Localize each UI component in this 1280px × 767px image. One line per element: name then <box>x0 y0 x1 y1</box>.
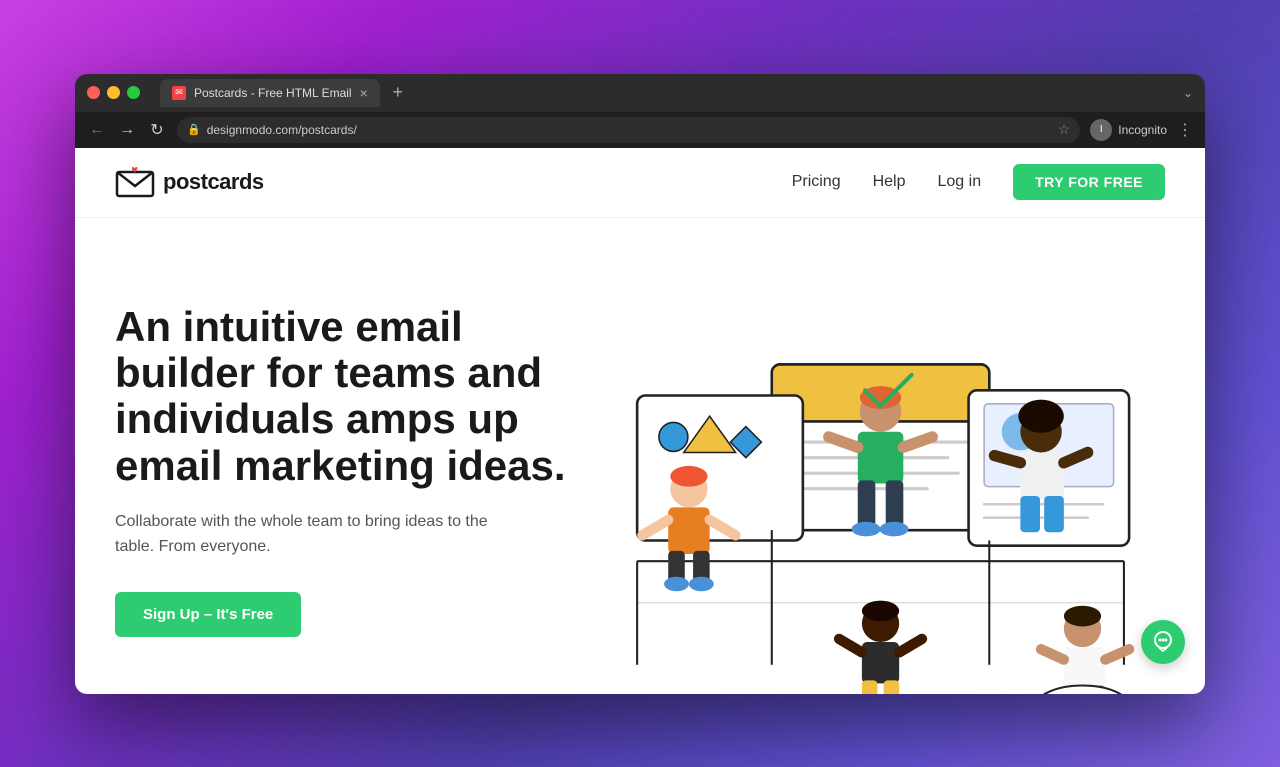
nav-cta-button[interactable]: TRY FOR FREE <box>1013 164 1165 200</box>
hero-illustration <box>595 248 1165 694</box>
titlebar: ✉ Postcards - Free HTML Email × + ⌄ <box>75 74 1205 112</box>
hero-subtext: Collaborate with the whole team to bring… <box>115 509 495 560</box>
url-bar[interactable]: 🔒 designmodo.com/postcards/ ☆ <box>177 117 1080 143</box>
browser-menu-icon[interactable]: ⋮ <box>1177 120 1193 140</box>
logo-area: postcards <box>115 166 264 198</box>
nav-help[interactable]: Help <box>873 173 906 191</box>
profile-avatar[interactable]: I <box>1090 119 1112 141</box>
addressbar: ← → ↻ 🔒 designmodo.com/postcards/ ☆ I In… <box>75 112 1205 148</box>
nav-login[interactable]: Log in <box>938 173 982 191</box>
close-button[interactable] <box>87 86 100 99</box>
back-button[interactable]: ← <box>87 121 107 139</box>
chat-icon <box>1152 631 1174 653</box>
logo-icon <box>115 166 155 198</box>
tab-title: Postcards - Free HTML Email <box>194 86 352 100</box>
nav-links: Pricing Help Log in TRY FOR FREE <box>792 164 1165 200</box>
active-tab[interactable]: ✉ Postcards - Free HTML Email × <box>160 79 380 107</box>
refresh-button[interactable]: ↻ <box>147 120 167 140</box>
minimize-button[interactable] <box>107 86 120 99</box>
logo-text: postcards <box>163 169 264 195</box>
site-nav: postcards Pricing Help Log in TRY FOR FR… <box>75 148 1205 218</box>
lock-icon: 🔒 <box>187 123 201 136</box>
hero-cta-button[interactable]: Sign Up – It's Free <box>115 592 301 637</box>
tab-chevron-icon[interactable]: ⌄ <box>1183 86 1193 100</box>
new-tab-button[interactable]: + <box>384 79 412 107</box>
browser-window: ✉ Postcards - Free HTML Email × + ⌄ ← → … <box>75 74 1205 694</box>
profile-name: Incognito <box>1118 123 1167 137</box>
hero-section: An intuitive email builder for teams and… <box>75 218 1205 694</box>
webpage: postcards Pricing Help Log in TRY FOR FR… <box>75 148 1205 694</box>
tab-favicon: ✉ <box>172 86 186 100</box>
maximize-button[interactable] <box>127 86 140 99</box>
forward-button[interactable]: → <box>117 121 137 139</box>
nav-pricing[interactable]: Pricing <box>792 173 841 191</box>
illustration-svg <box>595 248 1155 694</box>
tab-close-icon[interactable]: × <box>360 85 368 101</box>
traffic-lights <box>87 86 140 99</box>
profile-area: I Incognito <box>1090 119 1167 141</box>
hero-text: An intuitive email builder for teams and… <box>115 304 595 637</box>
url-text: designmodo.com/postcards/ <box>207 123 357 137</box>
chat-widget[interactable] <box>1141 620 1185 664</box>
bookmark-icon[interactable]: ☆ <box>1058 121 1071 138</box>
hero-headline: An intuitive email builder for teams and… <box>115 304 595 489</box>
tab-bar: ✉ Postcards - Free HTML Email × + ⌄ <box>160 79 1193 107</box>
